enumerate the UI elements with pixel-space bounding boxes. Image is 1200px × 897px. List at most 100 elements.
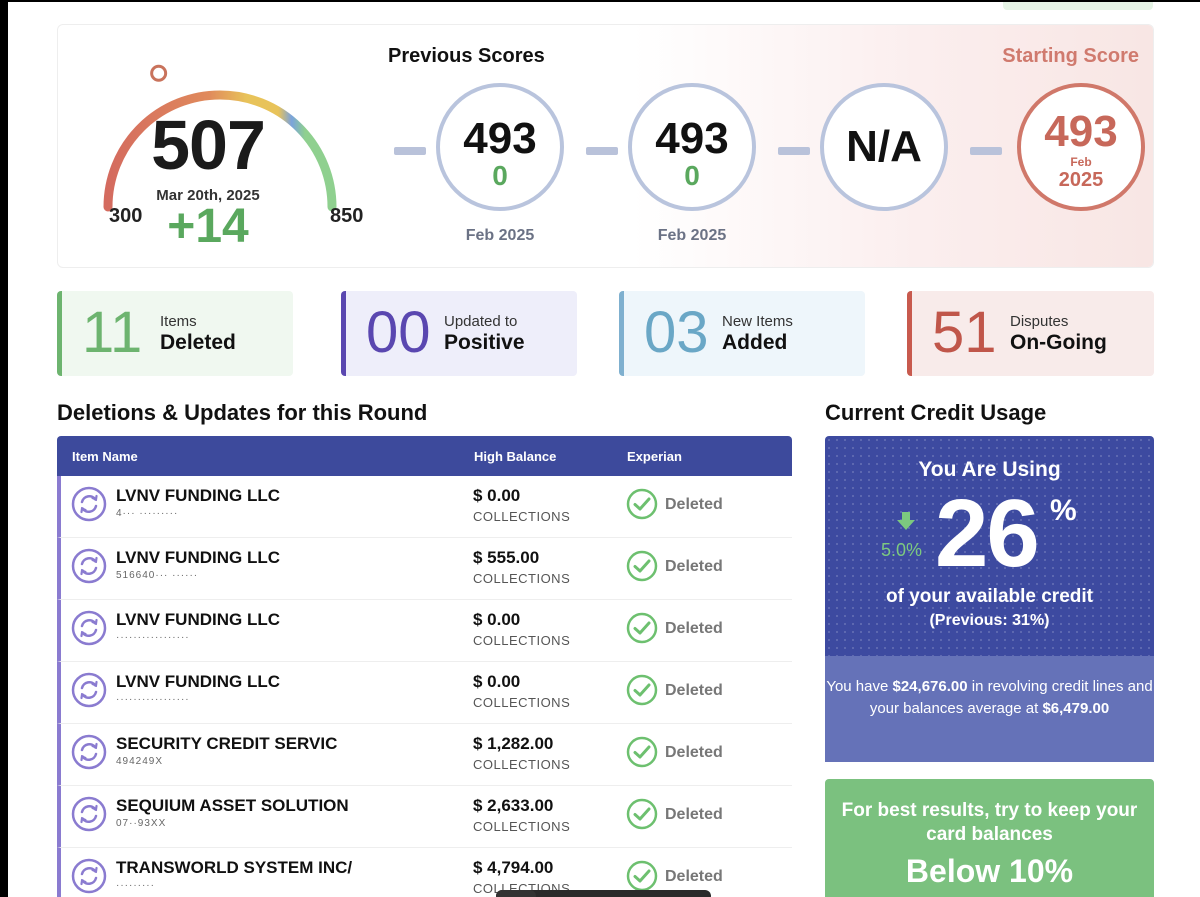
previous-score-value: 493 (655, 114, 729, 163)
stat-label: Disputes (1010, 313, 1069, 330)
stat-label-strong: Positive (444, 331, 525, 354)
header-item-name[interactable]: Item Name (72, 449, 138, 464)
usage-summary: You have $24,676.00 in revolving credit … (825, 656, 1154, 762)
starting-score-month: Feb (1070, 155, 1092, 169)
item-name: LVNV FUNDING LLC (116, 672, 281, 691)
credit-usage-panel: You Are Using 5.0% 26 % of your availabl… (825, 436, 1154, 656)
account-number: ················· (116, 632, 190, 643)
refresh-icon (71, 486, 107, 522)
refresh-icon (71, 858, 107, 894)
connector-dash (394, 147, 426, 155)
refresh-icon (71, 796, 107, 832)
previous-scores-title: Previous Scores (388, 45, 545, 67)
stat-items-deleted: 11 Items Deleted (57, 291, 293, 376)
stat-new-items: 03 New Items Added (619, 291, 865, 376)
experian-status: Deleted (665, 744, 723, 761)
starting-score-title: Starting Score (1002, 45, 1139, 67)
account-type: COLLECTIONS (473, 509, 571, 524)
stat-label: New Items (722, 313, 793, 330)
check-circle-icon (626, 612, 658, 644)
account-number: ················· (116, 694, 190, 705)
usage-heading: You Are Using (918, 458, 1061, 481)
stat-number: 51 (932, 300, 997, 365)
account-type: COLLECTIONS (473, 819, 571, 834)
experian-status: Deleted (665, 682, 723, 699)
check-circle-icon (626, 550, 658, 582)
account-number: ········· (116, 880, 155, 891)
table-row[interactable]: LVNV FUNDING LLC ················· $ 0.00 C… (57, 600, 792, 662)
revolving-amount: $24,676.00 (892, 678, 968, 695)
credit-usage-title: Current Credit Usage (825, 400, 1047, 425)
experian-status: Deleted (665, 558, 723, 575)
high-balance: $ 555.00 (473, 548, 540, 567)
check-circle-icon (626, 860, 658, 892)
table-row[interactable]: LVNV FUNDING LLC 516640··· ······ $ 555.00… (57, 538, 792, 600)
high-balance: $ 0.00 (473, 672, 521, 691)
tip-text: For best results, try to keep your card … (841, 800, 1138, 845)
previous-score-circle-3: N/A (820, 83, 948, 211)
tip-target: Below 10% (905, 853, 1074, 889)
experian-status: Deleted (665, 868, 723, 885)
account-type: COLLECTIONS (473, 571, 571, 586)
connector-dash (778, 147, 810, 155)
horizontal-scrollbar[interactable] (496, 890, 711, 897)
check-circle-icon (626, 736, 658, 768)
account-number: 07··93XX (116, 818, 167, 829)
previous-score-change: 0 (492, 160, 508, 191)
item-name: LVNV FUNDING LLC (116, 548, 281, 567)
usage-percent: 26 (935, 480, 1040, 587)
high-balance: $ 2,633.00 (473, 796, 554, 815)
experian-status: Deleted (665, 806, 723, 823)
item-name: LVNV FUNDING LLC (116, 486, 281, 505)
stat-label-strong: On-Going (1010, 331, 1107, 354)
previous-score-circle-1: 493 0 (436, 83, 564, 211)
stat-label-strong: Deleted (160, 331, 236, 354)
score-card: 507 Mar 20th, 2025 +14 300 850 Previous … (57, 24, 1154, 268)
stat-disputes-ongoing: 51 Disputes On-Going (907, 291, 1154, 376)
check-circle-icon (626, 488, 658, 520)
previous-score-date: Feb 2025 (465, 227, 535, 244)
report-page: 507 Mar 20th, 2025 +14 300 850 Previous … (8, 2, 1200, 897)
deletions-table: Item Name High Balance Experian LVNV FUN… (57, 436, 792, 897)
table-row[interactable]: SECURITY CREDIT SERVIC 494249X $ 1,282.00 C… (57, 724, 792, 786)
header-high-balance[interactable]: High Balance (474, 449, 556, 464)
average-balance: $6,479.00 (1042, 700, 1110, 717)
starting-score-year: 2025 (1058, 169, 1104, 191)
stat-updated-positive: 00 Updated to Positive (341, 291, 577, 376)
header-experian[interactable]: Experian (627, 449, 682, 464)
connector-dash (970, 147, 1002, 155)
table-header: Item Name High Balance Experian (57, 436, 792, 476)
check-circle-icon (626, 798, 658, 830)
top-green-strip (1003, 2, 1153, 10)
connector-dash (586, 147, 618, 155)
table-body: LVNV FUNDING LLC 4··· ········· $ 0.00 COLL… (57, 476, 792, 897)
arrow-down-icon (897, 512, 915, 530)
deletions-title: Deletions & Updates for this Round (57, 400, 428, 425)
table-row[interactable]: LVNV FUNDING LLC ················· $ 0.00 C… (57, 662, 792, 724)
stat-label-strong: Added (722, 331, 788, 354)
usage-change: 5.0% (881, 540, 923, 560)
gauge-marker (150, 64, 168, 82)
experian-status: Deleted (665, 496, 723, 513)
table-row[interactable]: LVNV FUNDING LLC 4··· ········· $ 0.00 COLL… (57, 476, 792, 538)
starting-score-value: 493 (1044, 107, 1118, 156)
usage-previous: (Previous: 31%) (929, 612, 1050, 629)
table-row[interactable]: SEQUIUM ASSET SOLUTION 07··93XX $ 2,633.00… (57, 786, 792, 848)
gauge-min: 300 (109, 205, 143, 227)
high-balance: $ 4,794.00 (473, 858, 554, 877)
usage-summary-text: You have (826, 678, 893, 695)
high-balance: $ 0.00 (473, 486, 521, 505)
usage-percent-symbol: % (1050, 494, 1077, 527)
scrollbar-thumb[interactable] (496, 890, 536, 897)
stat-number: 11 (82, 300, 143, 365)
high-balance: $ 1,282.00 (473, 734, 554, 753)
account-number: 494249X (116, 756, 164, 767)
item-name: TRANSWORLD SYSTEM INC/ (116, 858, 353, 877)
stat-label: Items (160, 313, 197, 330)
high-balance: $ 0.00 (473, 610, 521, 629)
refresh-icon (71, 548, 107, 584)
usage-caption: of your available credit (886, 586, 1093, 607)
previous-score-value: N/A (846, 122, 922, 171)
stat-number: 00 (366, 300, 431, 365)
account-number: 4··· ········· (116, 508, 179, 519)
